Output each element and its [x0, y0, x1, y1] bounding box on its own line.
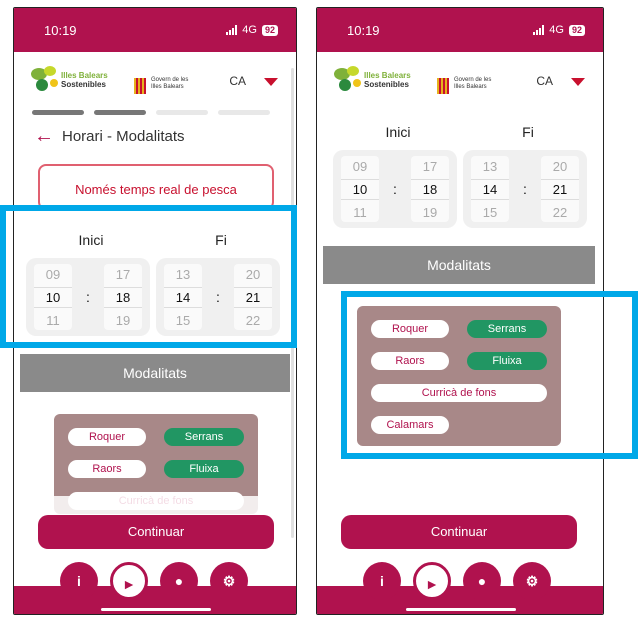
signal-icon: [533, 25, 545, 35]
user-icon[interactable]: ●: [463, 562, 501, 600]
end-minute-wheel[interactable]: 20 21 22: [540, 156, 579, 222]
modalities-header: Modalitats: [20, 354, 290, 392]
app-header: Illes Balears Sostenibles Govern de les …: [317, 52, 603, 108]
step-progress: [32, 110, 270, 115]
step-indicator: [156, 110, 208, 115]
chip-roquer[interactable]: Roquer: [68, 428, 146, 446]
status-bar: 10:19 4G 92: [14, 8, 296, 52]
page-title: Horari - Modalitats: [62, 127, 185, 145]
battery-icon: 92: [568, 24, 585, 36]
govern-logo-text: Govern de les Illes Balears: [454, 77, 492, 90]
gear-icon[interactable]: ⚙: [513, 562, 551, 600]
highlight-time-pickers: [0, 205, 297, 348]
fish-icon[interactable]: ►: [110, 562, 148, 600]
fish-icon[interactable]: ►: [413, 562, 451, 600]
info-icon[interactable]: i: [363, 562, 401, 600]
highlight-modalities: [341, 291, 638, 459]
chevron-down-icon[interactable]: [571, 78, 585, 86]
crest-icon: [134, 78, 146, 94]
continue-button[interactable]: Continuar: [38, 515, 274, 549]
network-type: 4G: [242, 24, 257, 36]
start-time-picker[interactable]: 09 10 11 : 17 18 19: [333, 150, 457, 228]
chip-fluixa[interactable]: Fluixa: [164, 460, 244, 478]
end-time-picker[interactable]: 13 14 15 : 20 21 22: [463, 150, 587, 228]
logo-text: Illes Balears Sostenibles: [364, 71, 411, 89]
back-arrow-icon[interactable]: ←: [34, 126, 54, 146]
status-bar: 10:19 4G 92: [317, 8, 603, 52]
network-type: 4G: [549, 24, 564, 36]
user-icon[interactable]: ●: [160, 562, 198, 600]
realtime-fishing-button[interactable]: Només temps real de pesca: [38, 164, 274, 210]
info-icon[interactable]: i: [60, 562, 98, 600]
time-separator: :: [523, 181, 527, 197]
modalities-header: Modalitats: [323, 246, 595, 284]
home-indicator: [101, 608, 211, 611]
step-indicator: [94, 110, 146, 115]
language-selector[interactable]: CA: [229, 74, 246, 88]
status-time: 10:19: [44, 22, 77, 38]
gear-icon[interactable]: ⚙: [210, 562, 248, 600]
logo-text: Illes Balears Sostenibles: [61, 71, 108, 89]
govern-logo-text: Govern de les Illes Balears: [151, 77, 189, 90]
time-pickers: Inici Fi 09 10 11 : 17 18 19 13 14 15: …: [333, 124, 593, 228]
chip-raors[interactable]: Raors: [68, 460, 146, 478]
end-label: Fi: [522, 124, 534, 140]
step-indicator: [218, 110, 270, 115]
start-hour-wheel[interactable]: 09 10 11: [341, 156, 379, 222]
time-separator: :: [393, 181, 397, 197]
step-indicator: [32, 110, 84, 115]
home-indicator: [406, 608, 516, 611]
app-header: Illes Balears Sostenibles Govern de les …: [14, 52, 296, 108]
battery-icon: 92: [261, 24, 278, 36]
chevron-down-icon[interactable]: [264, 78, 278, 86]
chip-serrans[interactable]: Serrans: [164, 428, 244, 446]
leaf-logo-icon: [334, 66, 361, 91]
page-title-row: ← Horari - Modalitats: [34, 126, 185, 146]
status-time: 10:19: [347, 22, 380, 38]
continue-button[interactable]: Continuar: [341, 515, 577, 549]
language-selector[interactable]: CA: [536, 74, 553, 88]
end-hour-wheel[interactable]: 13 14 15: [471, 156, 509, 222]
leaf-logo-icon: [31, 66, 58, 91]
start-minute-wheel[interactable]: 17 18 19: [410, 156, 449, 222]
crest-icon: [437, 78, 449, 94]
signal-icon: [226, 25, 238, 35]
start-label: Inici: [385, 124, 411, 140]
